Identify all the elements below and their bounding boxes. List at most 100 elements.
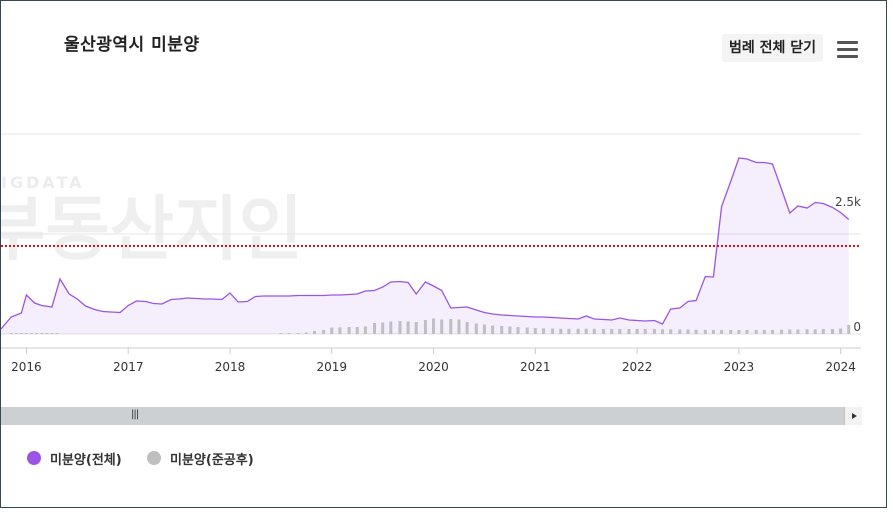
- horizontal-scrollbar[interactable]: |||: [1, 407, 861, 425]
- completed-bar-66: [754, 330, 758, 334]
- chart-plot: IGDATA 부동산지인 2016 2017 2018 2019 2020 2021 202…: [1, 133, 861, 374]
- watermark-large: 부동산지인: [1, 188, 303, 270]
- completed-bar-24: [398, 321, 402, 334]
- completed-bar-6: [40, 333, 44, 334]
- legend-dot-completed: [147, 451, 161, 465]
- completed-bar-75: [831, 329, 834, 334]
- completed-bar-7: [45, 333, 49, 334]
- completed-bar-31: [457, 319, 461, 334]
- completed-bar-28: [432, 318, 435, 334]
- completed-bar-68: [771, 330, 774, 334]
- y-tick-label-1: 2.5k: [835, 195, 861, 209]
- scrollbar-grip-icon[interactable]: |||: [131, 409, 139, 420]
- completed-bar-26: [414, 322, 418, 334]
- legend-label-completed: 미분양(준공후): [170, 453, 254, 468]
- completed-bar-50: [618, 329, 622, 334]
- completed-bar-5: [35, 333, 39, 334]
- completed-bar-33: [474, 323, 478, 334]
- x-tick-label-2021: 2021: [520, 360, 551, 374]
- scroll-right-arrow-icon[interactable]: [844, 407, 862, 425]
- x-tick-label-2024: 2024: [825, 360, 856, 374]
- completed-bar-53: [643, 329, 647, 334]
- x-axis: 2016 2017 2018 2019 2020 2021 2022 2023 2024: [1, 347, 861, 374]
- completed-bar-20: [363, 326, 367, 334]
- completed-bar-12: [296, 333, 300, 334]
- completed-bar-43: [559, 328, 563, 335]
- completed-bar-46: [584, 328, 588, 335]
- completed-bar-63: [729, 330, 733, 334]
- x-tick-label-2019: 2019: [316, 360, 347, 374]
- completed-bar-27: [423, 320, 427, 334]
- completed-bar-38: [516, 327, 520, 334]
- completed-bar-10: [279, 333, 283, 334]
- completed-bar-57: [678, 329, 682, 334]
- completed-bar-77: [847, 325, 851, 334]
- completed-bar-37: [508, 326, 512, 334]
- completed-bar-72: [805, 329, 809, 335]
- completed-bar-30: [449, 319, 453, 334]
- completed-bar-4: [30, 333, 33, 334]
- y-tick-label-0: 0: [853, 320, 861, 334]
- completed-bar-16: [330, 327, 334, 334]
- legend-dot-total: [27, 451, 41, 465]
- completed-bar-64: [737, 330, 741, 334]
- completed-bar-18: [347, 327, 351, 334]
- completed-bar-29: [440, 319, 444, 334]
- legend-label-total: 미분양(전체): [50, 453, 122, 468]
- completed-bar-59: [694, 329, 698, 335]
- completed-bar-13: [304, 332, 308, 334]
- completed-bar-23: [389, 321, 393, 334]
- completed-bar-45: [576, 328, 580, 335]
- completed-bar-71: [796, 329, 800, 334]
- completed-bar-60: [703, 329, 707, 335]
- completed-bar-51: [627, 329, 631, 334]
- completed-bar-69: [780, 329, 784, 335]
- completed-bar-35: [491, 325, 495, 334]
- completed-bar-11: [287, 333, 291, 334]
- completed-bar-54: [652, 329, 656, 334]
- completed-bar-76: [839, 328, 843, 334]
- completed-bar-47: [592, 328, 596, 335]
- completed-bar-3: [24, 333, 28, 334]
- x-tick-label-2020: 2020: [418, 360, 449, 374]
- completed-bar-42: [551, 328, 555, 334]
- completed-bar-62: [720, 330, 724, 334]
- x-tick-label-2023: 2023: [724, 360, 755, 374]
- completed-bar-58: [686, 329, 690, 334]
- completed-bar-25: [406, 321, 410, 334]
- completed-bar-21: [373, 323, 376, 334]
- completed-bar-39: [525, 327, 529, 334]
- x-tick-label-2016: 2016: [11, 360, 42, 374]
- completed-bar-22: [381, 322, 385, 334]
- completed-bar-56: [669, 329, 673, 335]
- completed-bar-8: [50, 333, 54, 334]
- completed-bar-19: [355, 327, 359, 334]
- completed-bar-44: [567, 328, 571, 335]
- completed-bar-74: [821, 329, 825, 334]
- completed-bar-55: [661, 329, 664, 335]
- chart-container: 울산광역시 미분양 범례 전체 닫기 IGDATA 부동산지인 2016 2017…: [0, 0, 887, 508]
- completed-bar-61: [711, 330, 715, 334]
- completed-bar-67: [762, 330, 766, 334]
- completed-bar-41: [542, 328, 545, 335]
- completed-bar-14: [313, 331, 316, 334]
- watermark: IGDATA 부동산지인: [1, 173, 303, 270]
- x-tick-label-2018: 2018: [215, 360, 246, 374]
- completed-bar-32: [465, 322, 469, 334]
- completed-bar-49: [610, 329, 614, 334]
- completed-bar-40: [533, 328, 537, 334]
- x-tick-label-2022: 2022: [622, 360, 653, 374]
- completed-bar-1: [14, 333, 18, 334]
- completed-bar-17: [338, 327, 342, 335]
- completed-bar-36: [500, 326, 504, 334]
- completed-bar-70: [788, 329, 792, 334]
- completed-bar-48: [602, 329, 605, 334]
- completed-bar-34: [482, 324, 486, 334]
- completed-bar-73: [813, 329, 817, 335]
- completed-bar-0: [9, 333, 13, 334]
- completed-bar-9: [55, 333, 59, 334]
- x-tick-label-2017: 2017: [113, 360, 144, 374]
- completed-bar-65: [745, 330, 749, 334]
- completed-bar-2: [19, 333, 23, 334]
- completed-bar-52: [635, 329, 639, 334]
